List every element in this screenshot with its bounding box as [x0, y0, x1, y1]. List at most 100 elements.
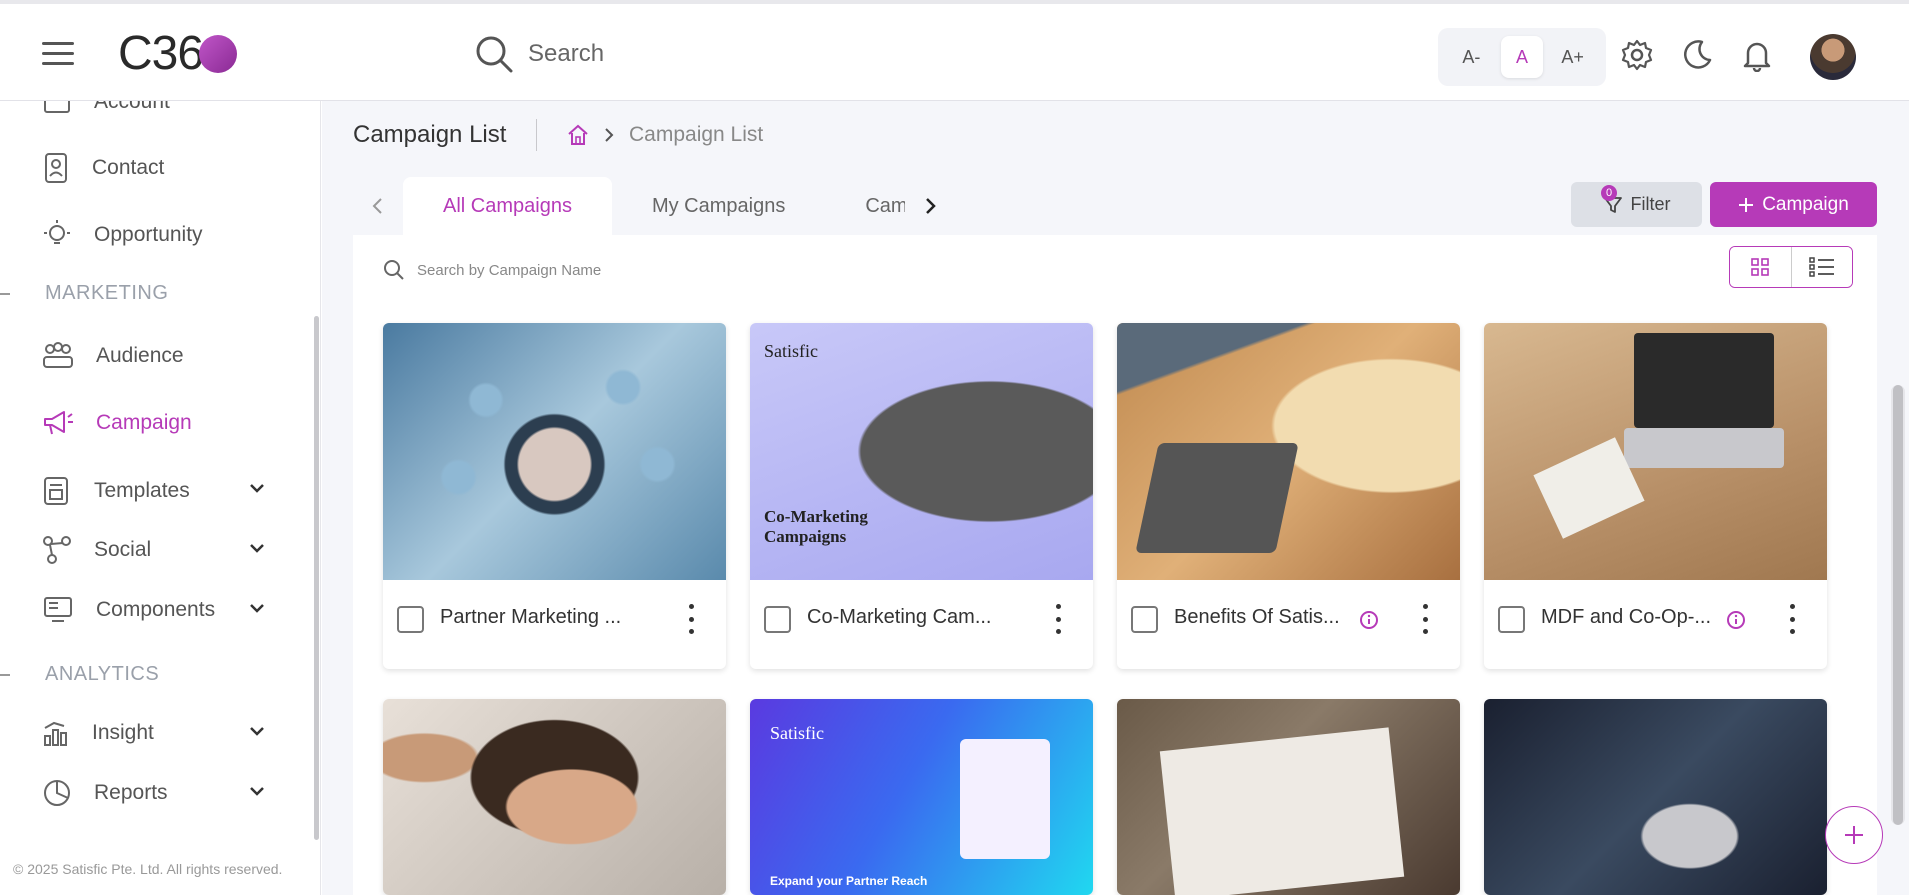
tab-scroll-left[interactable]	[353, 177, 403, 235]
more-options-icon[interactable]	[1786, 604, 1798, 634]
chevron-right-icon	[926, 198, 937, 214]
global-search[interactable]: Search	[474, 34, 604, 74]
campaign-thumbnail[interactable]	[1117, 699, 1460, 895]
more-options-icon[interactable]	[685, 604, 697, 634]
campaign-card[interactable]: Satisfic Expand your Partner Reach	[750, 699, 1093, 895]
campaign-thumbnail[interactable]	[1484, 699, 1827, 895]
card-brand-text: Satisfic	[770, 723, 824, 743]
font-decrease-button[interactable]: A-	[1450, 36, 1492, 78]
sidebar-item-label: Social	[94, 538, 152, 561]
campaign-thumbnail[interactable]	[383, 699, 726, 895]
card-checkbox[interactable]	[1131, 606, 1158, 633]
sidebar-item-components[interactable]: Components	[42, 595, 272, 625]
campaign-thumbnail[interactable]: Satisfic Expand your Partner Reach	[750, 699, 1093, 895]
sidebar-item-audience[interactable]: Audience	[42, 341, 272, 371]
font-increase-button[interactable]: A+	[1552, 36, 1594, 78]
chevron-down-icon[interactable]	[248, 539, 266, 557]
laptop-shape	[1135, 443, 1299, 553]
chevron-down-icon[interactable]	[248, 599, 266, 617]
card-footer: Co-Marketing Cam...	[750, 580, 1093, 669]
section-divider	[0, 293, 10, 295]
moon-icon[interactable]	[1680, 38, 1714, 72]
campaign-card[interactable]	[1484, 699, 1827, 895]
sidebar-item-social[interactable]: Social	[42, 535, 272, 565]
campaign-thumbnail[interactable]: Satisfic Co-Marketing Campaigns	[750, 323, 1093, 580]
sidebar-item-templates[interactable]: Templates	[42, 475, 272, 507]
grid-view-button[interactable]	[1730, 247, 1792, 287]
section-analytics: ANALYTICS	[45, 663, 160, 685]
campaign-thumbnail[interactable]	[1484, 323, 1827, 580]
add-campaign-button[interactable]: Campaign	[1710, 182, 1877, 227]
campaign-card[interactable]	[383, 699, 726, 895]
info-icon[interactable]	[1359, 610, 1379, 630]
more-options-icon[interactable]	[1419, 604, 1431, 634]
card-title: Benefits Of Satis...	[1174, 606, 1340, 628]
campaign-card[interactable]: Benefits Of Satis...	[1117, 323, 1460, 669]
campaign-card[interactable]	[1117, 699, 1460, 895]
list-view-button[interactable]	[1791, 247, 1852, 287]
section-divider	[0, 674, 10, 676]
template-icon	[44, 477, 68, 505]
font-size-control: A- A A+	[1438, 28, 1606, 86]
home-icon[interactable]	[567, 124, 589, 146]
campaign-panel: Search by Campaign Name Partner Marketin…	[353, 235, 1905, 895]
sidebar-item-campaign[interactable]: Campaign	[42, 408, 272, 438]
tab-scroll-right[interactable]	[905, 177, 955, 235]
chevron-down-icon[interactable]	[248, 722, 266, 740]
user-avatar[interactable]	[1810, 34, 1856, 80]
tab-my-campaigns[interactable]: My Campaigns	[612, 177, 825, 235]
more-options-icon[interactable]	[1052, 604, 1064, 634]
sidebar-item-label: Opportunity	[94, 223, 203, 246]
chevron-down-icon[interactable]	[248, 479, 266, 497]
sidebar-scrollbar[interactable]	[314, 316, 319, 840]
audience-icon	[43, 342, 73, 368]
menu-icon[interactable]	[42, 42, 74, 66]
copyright-text: © 2025 Satisfic Pte. Ltd. All rights res…	[13, 861, 283, 877]
bell-icon[interactable]	[1740, 38, 1774, 72]
card-heading-text: Expand your Partner Reach	[770, 874, 928, 888]
card-checkbox[interactable]	[397, 606, 424, 633]
sidebar-item-reports[interactable]: Reports	[42, 778, 272, 808]
campaign-card[interactable]: Partner Marketing ...	[383, 323, 726, 669]
card-brand-text: Satisfic	[764, 341, 818, 361]
contact-icon	[45, 153, 67, 183]
chevron-right-icon	[605, 128, 614, 142]
card-title: Partner Marketing ...	[440, 606, 622, 628]
card-title: Co-Marketing Cam...	[807, 606, 992, 628]
card-checkbox[interactable]	[1498, 606, 1525, 633]
campaign-card[interactable]: Satisfic Co-Marketing Campaigns Co-Marke…	[750, 323, 1093, 669]
section-marketing: MARKETING	[45, 282, 169, 304]
logo-mark	[199, 35, 238, 73]
sidebar-item-opportunity[interactable]: Opportunity	[42, 219, 272, 251]
sidebar-item-contact[interactable]: Contact	[42, 152, 272, 184]
plus-icon	[1845, 826, 1863, 844]
campaign-thumbnail[interactable]	[1117, 323, 1460, 580]
breadcrumb-current: Campaign List	[629, 123, 764, 146]
quick-add-button[interactable]	[1825, 806, 1883, 864]
sidebar-item-label: Insight	[92, 721, 154, 744]
filter-button[interactable]: 0 Filter	[1571, 182, 1702, 227]
card-title: MDF and Co-Op-...	[1541, 606, 1712, 628]
sidebar-item-account[interactable]: Account	[42, 101, 272, 117]
list-icon	[1809, 257, 1834, 277]
sidebar-item-insight[interactable]: Insight	[42, 718, 272, 748]
campaign-search[interactable]: Search by Campaign Name	[383, 259, 601, 281]
plus-icon	[1739, 197, 1754, 212]
search-icon	[384, 260, 404, 280]
sidebar-item-label: Templates	[94, 479, 190, 502]
app-logo[interactable]: C36	[118, 26, 238, 81]
card-checkbox[interactable]	[764, 606, 791, 633]
campaign-card[interactable]: MDF and Co-Op-...	[1484, 323, 1827, 669]
font-normal-button[interactable]: A	[1500, 36, 1543, 78]
share-icon	[43, 536, 71, 564]
illustration-panel	[960, 739, 1050, 859]
gear-icon[interactable]	[1620, 38, 1654, 72]
info-icon[interactable]	[1726, 610, 1746, 630]
campaign-thumbnail[interactable]	[383, 323, 726, 580]
page-title: Campaign List	[353, 121, 507, 148]
tab-campaigns[interactable]: Campaigns	[825, 177, 905, 235]
grid-scrollbar[interactable]	[1891, 385, 1905, 825]
tab-all-campaigns[interactable]: All Campaigns	[403, 177, 612, 235]
chevron-down-icon[interactable]	[248, 782, 266, 800]
scrollbar-thumb[interactable]	[1893, 385, 1903, 825]
